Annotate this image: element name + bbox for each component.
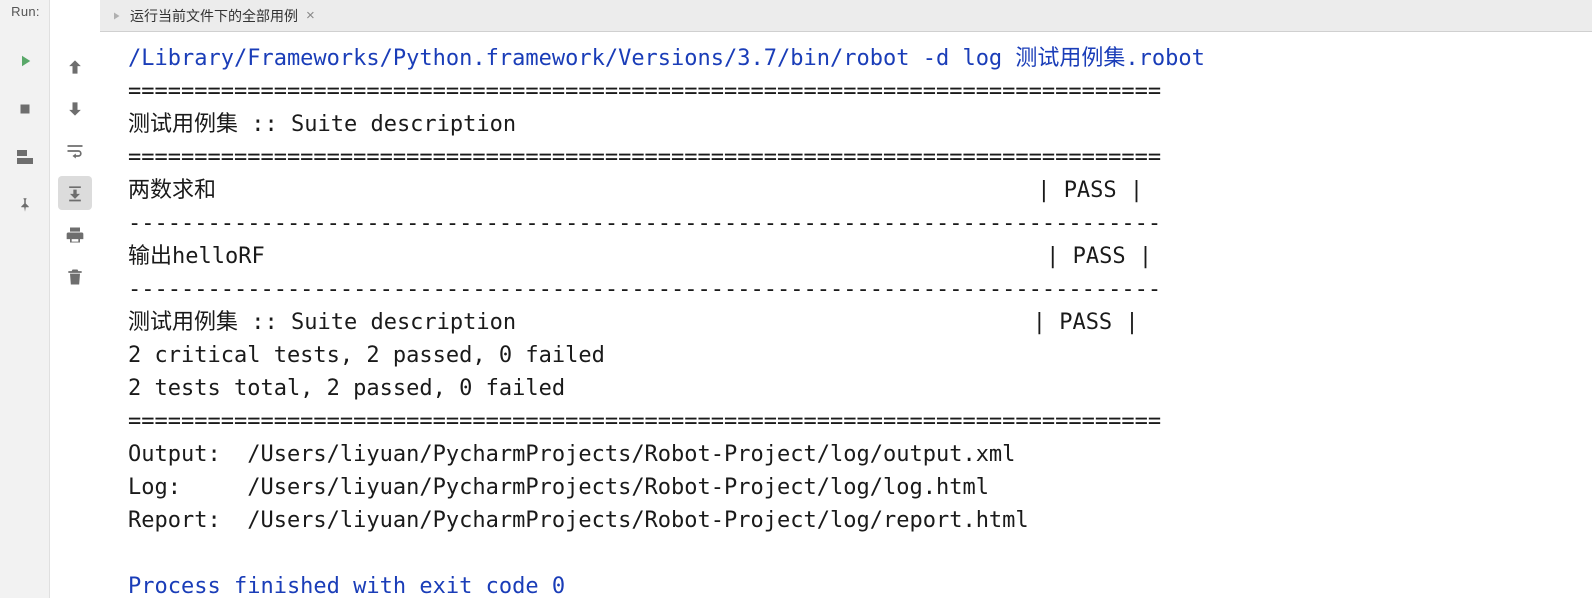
console-line: 测试用例集 :: Suite description | PASS |	[128, 310, 1139, 335]
console-exit-line: Process finished with exit code 0	[128, 574, 565, 598]
console-line: 2 tests total, 2 passed, 0 failed	[128, 376, 565, 401]
down-button[interactable]	[58, 92, 92, 126]
console-line: ========================================…	[128, 79, 1161, 104]
scroll-to-end-button[interactable]	[58, 176, 92, 210]
console-line: Output: /Users/liyuan/PycharmProjects/Ro…	[128, 442, 1015, 467]
console-line: ----------------------------------------…	[128, 277, 1161, 302]
trash-icon	[65, 267, 85, 287]
tab-bar: 运行当前文件下的全部用例 ×	[100, 0, 1592, 32]
print-button[interactable]	[58, 218, 92, 252]
tab-title: 运行当前文件下的全部用例	[130, 6, 298, 26]
console-line: 输出helloRF | PASS |	[128, 244, 1152, 269]
play-icon	[16, 52, 34, 70]
print-icon	[65, 225, 85, 245]
console-line: Log: /Users/liyuan/PycharmProjects/Robot…	[128, 475, 989, 500]
scroll-to-end-icon	[65, 183, 85, 203]
run-gutter: Run:	[0, 0, 50, 598]
up-button[interactable]	[58, 50, 92, 84]
soft-wrap-icon	[65, 141, 85, 161]
tab-play-icon	[110, 10, 122, 22]
console-line: 2 critical tests, 2 passed, 0 failed	[128, 343, 605, 368]
pin-button[interactable]	[11, 191, 39, 219]
pin-icon	[16, 196, 34, 214]
console-line: 测试用例集 :: Suite description	[128, 112, 516, 137]
rerun-button[interactable]	[11, 47, 39, 75]
arrow-down-icon	[65, 99, 85, 119]
close-tab-icon[interactable]: ×	[306, 8, 315, 23]
stop-button[interactable]	[11, 95, 39, 123]
console-line: ========================================…	[128, 145, 1161, 170]
console-line: ----------------------------------------…	[128, 211, 1161, 236]
layout-icon	[17, 150, 33, 164]
console-output[interactable]: /Library/Frameworks/Python.framework/Ver…	[100, 32, 1592, 598]
arrow-up-icon	[65, 57, 85, 77]
console-line: ========================================…	[128, 409, 1161, 434]
run-panel-label: Run:	[9, 4, 40, 19]
console-line: Report: /Users/liyuan/PycharmProjects/Ro…	[128, 508, 1029, 533]
layout-button[interactable]	[11, 143, 39, 171]
soft-wrap-button[interactable]	[58, 134, 92, 168]
clear-button[interactable]	[58, 260, 92, 294]
run-config-tab[interactable]: 运行当前文件下的全部用例 ×	[100, 0, 327, 31]
main-area: 运行当前文件下的全部用例 × /Library/Frameworks/Pytho…	[100, 0, 1592, 598]
console-command: /Library/Frameworks/Python.framework/Ver…	[128, 46, 1205, 71]
console-line: 两数求和 | PASS |	[128, 178, 1143, 203]
stop-icon	[16, 100, 34, 118]
console-toolbar	[50, 0, 100, 598]
